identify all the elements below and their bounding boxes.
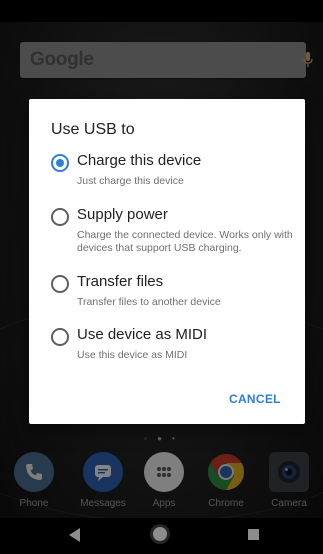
option-label: Use device as MIDI [77,326,208,343]
option-description: Just charge this device [77,175,184,187]
radio-unselected-icon[interactable] [51,275,69,293]
radio-unselected-icon[interactable] [51,208,69,226]
radio-unselected-icon[interactable] [51,328,69,346]
option-description: Use this device as MIDI [77,349,188,361]
usb-options-dialog: Use USB to Charge this device Just charg… [29,99,305,424]
option-description: Transfer files to another device [77,296,221,308]
cancel-button[interactable]: CANCEL [229,392,281,406]
radio-selected-icon[interactable] [51,154,69,172]
option-description: Charge the connected device. Works only … [77,229,293,254]
option-label: Supply power [77,206,168,223]
dialog-title: Use USB to [51,121,135,138]
option-label: Transfer files [77,273,164,290]
option-label: Charge this device [77,152,202,169]
